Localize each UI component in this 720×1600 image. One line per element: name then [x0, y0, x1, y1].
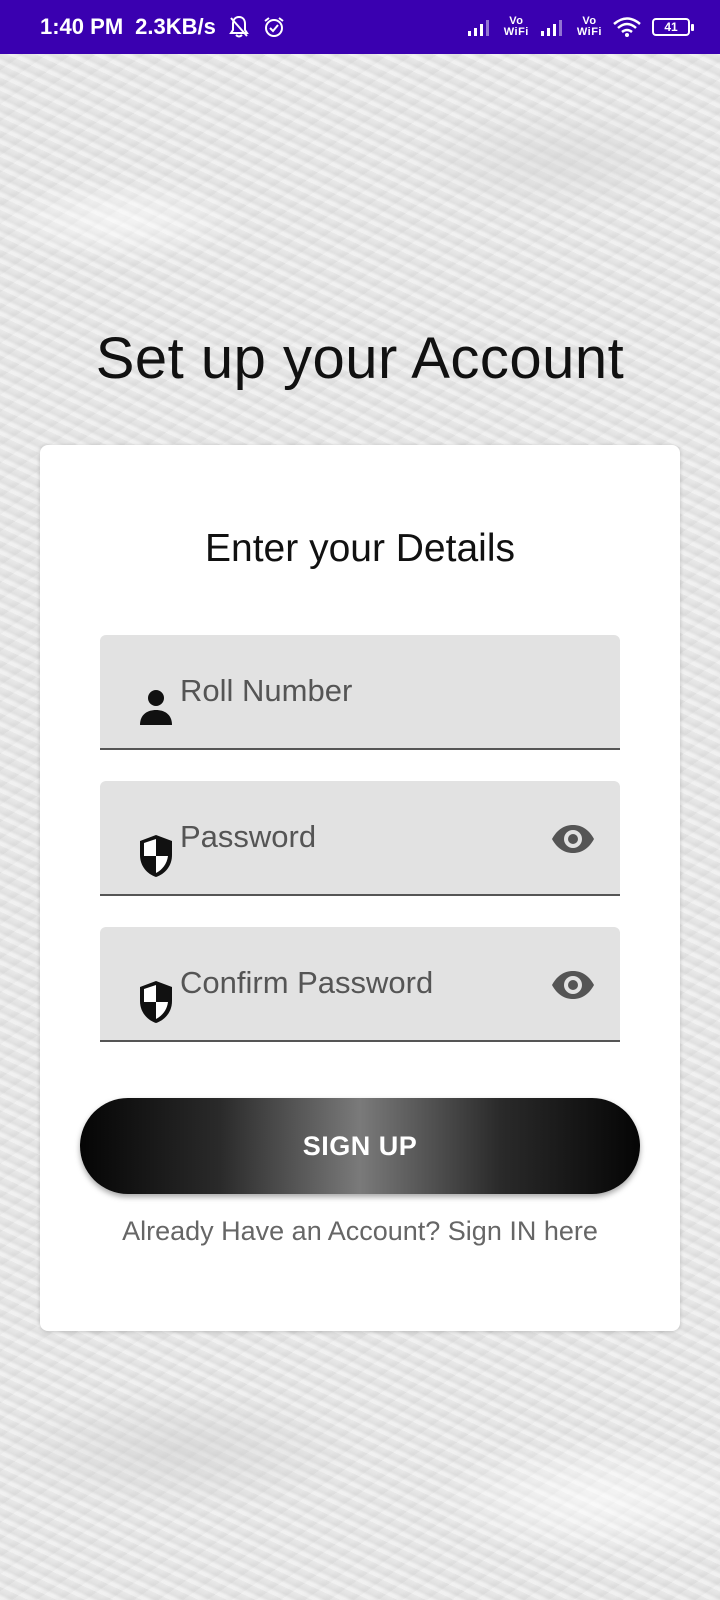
person-icon [138, 687, 174, 733]
password-field[interactable]: Password [100, 781, 620, 896]
password-placeholder: Password [180, 819, 317, 854]
page-title: Set up your Account [95, 326, 625, 391]
signup-card: Enter your Details Roll Number Password [40, 445, 680, 1331]
status-right: Vo WiFi Vo WiFi 41 [466, 16, 694, 38]
confirm-password-placeholder: Confirm Password [180, 965, 434, 1000]
battery-level: 41 [664, 20, 678, 34]
signin-link[interactable]: Already Have an Account? Sign IN here [40, 1216, 680, 1247]
signup-button[interactable]: SIGN UP [80, 1098, 640, 1194]
roll-number-placeholder: Roll Number [180, 673, 353, 708]
status-time: 1:40 PM [40, 14, 124, 39]
vowifi-label-bottom: WiFi [503, 26, 529, 38]
shield-icon [138, 979, 174, 1025]
wifi-icon [612, 16, 642, 38]
alarm-icon [262, 15, 286, 39]
muted-bell-icon [228, 15, 250, 39]
card-title: Enter your Details [205, 527, 515, 570]
signal-icon [466, 17, 494, 37]
vowifi-icon: Vo WiFi [504, 16, 529, 38]
confirm-password-field[interactable]: Confirm Password [100, 927, 620, 1042]
status-bar: 1:40 PM 2.3KB/s Vo WiFi Vo WiFi 41 [0, 0, 720, 54]
signal-icon [539, 17, 567, 37]
status-network-speed: 2.3KB/s [135, 14, 216, 39]
roll-number-field[interactable]: Roll Number [100, 635, 620, 750]
vowifi-label-bottom: WiFi [576, 26, 602, 38]
vowifi-icon: Vo WiFi [577, 16, 602, 38]
shield-icon [138, 833, 174, 879]
status-left: 1:40 PM 2.3KB/s [40, 14, 286, 40]
battery-icon: 41 [652, 18, 694, 36]
eye-icon[interactable] [550, 969, 596, 1001]
eye-icon[interactable] [550, 823, 596, 855]
